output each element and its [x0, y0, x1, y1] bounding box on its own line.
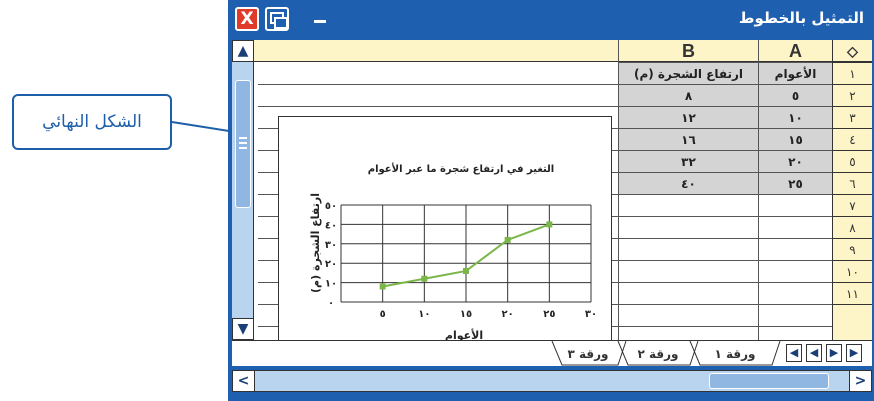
- row-number[interactable]: ٥: [832, 150, 872, 172]
- title-bar: X التمثيل بالخطوط: [228, 0, 874, 38]
- row-number[interactable]: ١٠: [832, 260, 872, 282]
- cell-a6[interactable]: ٢٥: [758, 172, 832, 194]
- line-chart[interactable]: التغير في ارتفاع شجرة ما عبر الأعوام الأ…: [278, 116, 612, 340]
- spreadsheet-window: X التمثيل بالخطوط B A ◇ ارتفاع الشجرة (م…: [228, 0, 874, 401]
- row-number[interactable]: ٤: [832, 128, 872, 150]
- row-number[interactable]: ١: [832, 62, 872, 84]
- chart-y-tick-label: ٢٠: [325, 259, 337, 270]
- scroll-down-button[interactable]: ▼: [232, 318, 254, 340]
- tab-sheet-1[interactable]: ورقة ١: [698, 343, 772, 365]
- chart-point: [546, 221, 553, 228]
- cell-b1[interactable]: ارتفاع الشجرة (م): [618, 62, 758, 84]
- cell-b2[interactable]: ٨: [618, 84, 758, 106]
- restore-button[interactable]: [265, 7, 289, 31]
- chart-canvas: التغير في ارتفاع شجرة ما عبر الأعوام الأ…: [309, 162, 597, 340]
- grip-line: [239, 142, 247, 144]
- chart-point: [463, 267, 469, 274]
- grip-line: [239, 137, 247, 139]
- cell-a2[interactable]: ٥: [758, 84, 832, 106]
- chart-title: التغير في ارتفاع شجرة ما عبر الأعوام: [368, 162, 554, 175]
- horizontal-scroll-thumb[interactable]: [709, 373, 829, 389]
- chart-y-tick-label: ٤٠: [325, 220, 337, 231]
- cell-a4[interactable]: ١٥: [758, 128, 832, 150]
- callout-label: الشكل النهائي: [12, 94, 172, 150]
- close-icon: X: [240, 9, 254, 29]
- chart-x-tick-label: ٢٥: [543, 309, 555, 320]
- tab-sheet-3[interactable]: ورقة ٣: [558, 343, 618, 365]
- cell-b6[interactable]: ٤٠: [618, 172, 758, 194]
- scroll-right-button[interactable]: >: [849, 371, 871, 391]
- chart-point: [504, 236, 511, 243]
- grip-line: [239, 147, 247, 149]
- chart-point: [379, 283, 386, 290]
- chart-x-tick-label: ٥: [380, 309, 386, 320]
- chart-x-tick-label: ١٠: [418, 309, 430, 320]
- close-button[interactable]: X: [235, 7, 259, 31]
- chart-x-tick-label: ١٥: [460, 309, 472, 320]
- window-title: التمثيل بالخطوط: [738, 9, 864, 27]
- tab-last-icon[interactable]: ▶: [846, 344, 862, 362]
- tab-next-icon[interactable]: ▶: [826, 344, 842, 362]
- cell-a1[interactable]: الأعوام: [758, 62, 832, 84]
- cell-b3[interactable]: ١٢: [618, 106, 758, 128]
- chart-y-tick-label: ٣٠: [325, 240, 337, 251]
- minimize-button[interactable]: [314, 20, 326, 23]
- cell-a3[interactable]: ١٠: [758, 106, 832, 128]
- tab-first-icon[interactable]: ◀: [786, 344, 802, 362]
- column-header-b[interactable]: B: [618, 40, 758, 62]
- row-number[interactable]: ٧: [832, 194, 872, 216]
- sheet-grid: B A ◇ ارتفاع الشجرة (م) الأعوام ٨ ٥ ١٢ ١…: [232, 40, 872, 340]
- tab-sheet-2[interactable]: ورقة ٢: [626, 343, 690, 365]
- column-header-row: B A ◇: [232, 40, 872, 62]
- horizontal-scrollbar[interactable]: < >: [232, 370, 872, 392]
- scroll-left-button[interactable]: <: [233, 371, 255, 391]
- row-number[interactable]: ٣: [832, 106, 872, 128]
- row-number[interactable]: ٨: [832, 216, 872, 238]
- row-number[interactable]: ٩: [832, 238, 872, 260]
- chart-x-tick-label: ٣٠: [585, 309, 597, 320]
- tab-outlines: [551, 341, 781, 366]
- scroll-up-button[interactable]: ▲: [232, 40, 254, 62]
- chart-x-axis-label: الأعوام: [445, 328, 483, 340]
- row-number[interactable]: ٦: [832, 172, 872, 194]
- scroll-thumb[interactable]: [235, 80, 251, 208]
- chart-y-tick-label: ٥٠: [325, 201, 337, 212]
- tab-prev-icon[interactable]: ◀: [806, 344, 822, 362]
- cell-b4[interactable]: ١٦: [618, 128, 758, 150]
- chart-point: [421, 275, 428, 282]
- row-number[interactable]: ٢: [832, 84, 872, 106]
- cell-a5[interactable]: ٢٠: [758, 150, 832, 172]
- cell-b5[interactable]: ٣٢: [618, 150, 758, 172]
- row-number[interactable]: ١١: [832, 282, 872, 304]
- chart-x-tick-label: ٢٠: [502, 309, 514, 320]
- vertical-scrollbar[interactable]: ▲ ▼: [232, 40, 254, 340]
- chart-y-tick-label: ١٠: [325, 279, 337, 290]
- callout-text: الشكل النهائي: [42, 112, 142, 132]
- column-header-a[interactable]: A: [758, 40, 832, 62]
- chart-y-tick-label: ٠: [328, 298, 334, 309]
- chart-y-axis-label: ارتفاع الشجرة (م): [309, 193, 322, 293]
- row-number-empty: [832, 304, 872, 340]
- select-all-corner[interactable]: ◇: [832, 40, 872, 62]
- sheet-tabs-bar: ورقة ١ ورقة ٢ ورقة ٣ ◀ ◀ ▶ ▶: [232, 340, 872, 366]
